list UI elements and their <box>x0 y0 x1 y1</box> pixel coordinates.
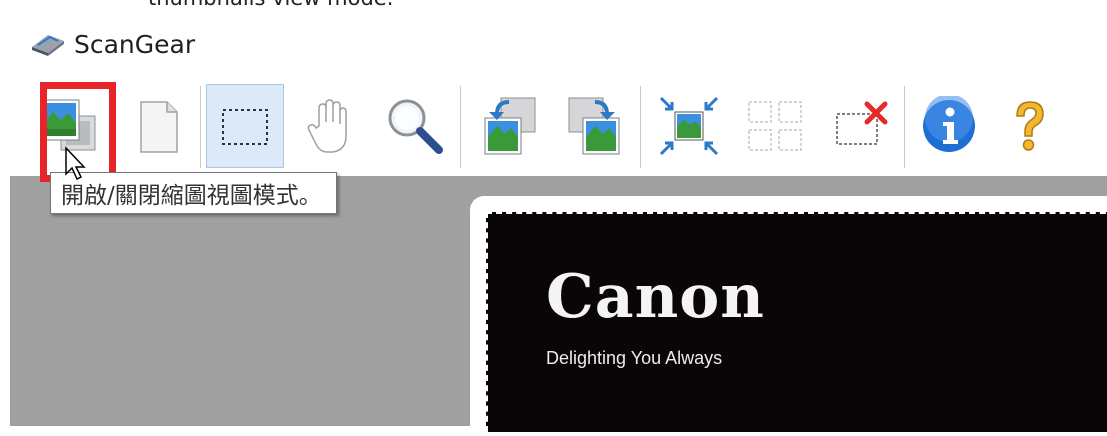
crop-frame-icon <box>222 109 268 145</box>
magnifier-icon <box>388 99 443 154</box>
help-button[interactable] <box>990 84 1068 168</box>
caption-fragment: thumbnails view mode. <box>148 0 393 10</box>
auto-crop-icon <box>659 96 719 156</box>
toolbar-separator <box>200 86 201 168</box>
select-all-frames-button[interactable] <box>736 84 814 168</box>
tooltip-text: 開啟/關閉縮圖視圖模式。 <box>61 183 322 209</box>
rotate-right-button[interactable] <box>556 84 634 168</box>
scanner-icon <box>32 35 64 56</box>
select-all-frames-icon <box>748 101 802 151</box>
remove-crop-icon <box>836 101 888 145</box>
mouse-pointer-icon <box>65 146 86 181</box>
rotate-right-icon <box>568 97 620 155</box>
hand-icon <box>307 99 347 153</box>
whole-image-button[interactable] <box>118 84 196 168</box>
toolbar <box>0 78 1107 174</box>
brand-logo-text: Canon <box>546 262 765 332</box>
title-bar: ScanGear <box>30 24 195 64</box>
crop-button[interactable] <box>206 84 284 168</box>
app-title: ScanGear <box>74 29 196 59</box>
toolbar-separator <box>904 86 905 168</box>
info-icon <box>923 96 975 152</box>
help-icon <box>1016 101 1044 151</box>
remove-crop-frame-button[interactable] <box>822 84 900 168</box>
tooltip: 開啟/關閉縮圖視圖模式。 <box>50 172 337 214</box>
move-image-button[interactable] <box>290 84 368 168</box>
page-icon <box>140 101 178 153</box>
information-button[interactable] <box>910 84 988 168</box>
toolbar-separator <box>640 86 641 168</box>
rotate-left-button[interactable] <box>470 84 548 168</box>
rotate-left-icon <box>484 97 536 155</box>
toolbar-separator <box>460 86 461 168</box>
auto-crop-button[interactable] <box>650 84 728 168</box>
brand-tagline: Delighting You Always <box>546 348 723 368</box>
magnifier-button[interactable] <box>376 84 454 168</box>
